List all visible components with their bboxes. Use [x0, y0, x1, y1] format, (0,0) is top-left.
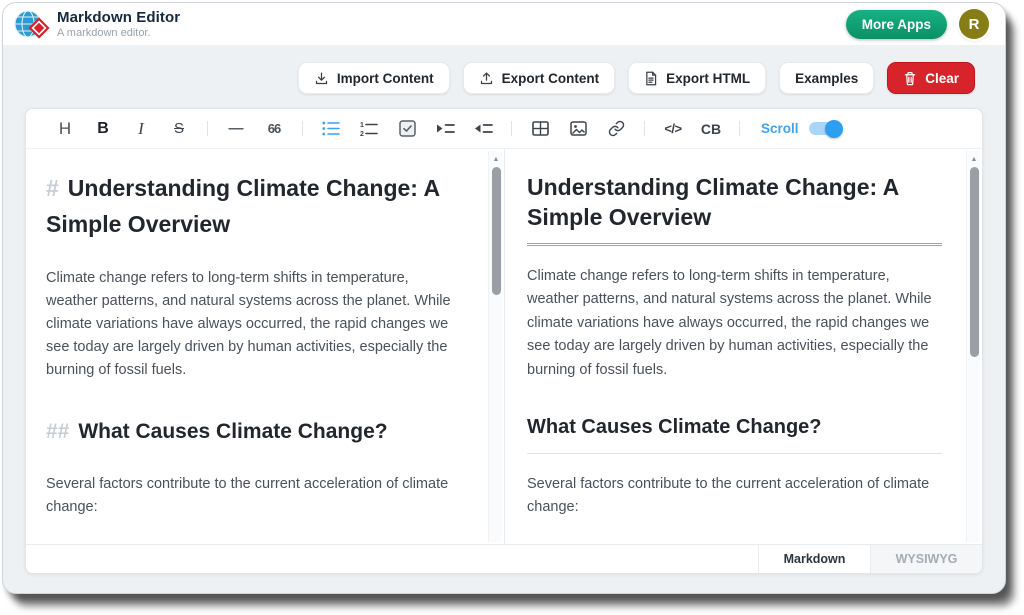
app-header: Markdown Editor A markdown editor. More …	[3, 3, 1005, 45]
ordered-list-button[interactable]: 1 2	[350, 115, 388, 143]
toolbar-divider	[511, 121, 512, 136]
editor-toolbar: H B I S — 66 1 2	[26, 109, 982, 149]
export-html-button[interactable]: Export HTML	[628, 62, 766, 94]
scrollbar-up-icon[interactable]: ▲	[967, 154, 981, 165]
md-h2-text: What Causes Climate Change?	[78, 420, 387, 443]
table-icon	[532, 121, 549, 136]
bold-button[interactable]: B	[84, 115, 122, 143]
trash-icon	[903, 71, 917, 86]
source-scrollbar[interactable]: ▲	[488, 151, 502, 542]
document-icon	[644, 71, 658, 86]
md-heading1-line: #Understanding Climate Change: A Simple …	[46, 171, 464, 242]
md-heading2-line: ## What Causes Climate Change?	[46, 415, 464, 448]
preview-heading2: What Causes Climate Change?	[527, 411, 942, 453]
code-block-button[interactable]: CB	[692, 115, 730, 143]
bullet-list-button[interactable]	[312, 115, 350, 143]
import-content-button[interactable]: Import Content	[298, 62, 450, 94]
app-window: Markdown Editor A markdown editor. More …	[2, 2, 1006, 594]
export-content-label: Export Content	[502, 71, 600, 86]
md-h1-mark: #	[46, 175, 59, 201]
page-subtitle: A markdown editor.	[57, 27, 180, 39]
blockquote-button[interactable]: 66	[255, 115, 293, 143]
editor-footer: Markdown WYSIWYG	[26, 544, 982, 573]
clear-label: Clear	[925, 71, 959, 86]
md-h1-text: Understanding Climate Change: A Simple O…	[46, 175, 439, 237]
import-content-label: Import Content	[337, 71, 434, 86]
strikethrough-button[interactable]: S	[160, 115, 198, 143]
md-paragraph: Several factors contribute to the curren…	[46, 473, 464, 519]
preview-bullet-list: Greenhouse Gas Emissions: Carbon dioxide…	[527, 541, 942, 544]
editor-card: H B I S — 66 1 2	[25, 108, 983, 574]
toggle-knob	[825, 120, 843, 138]
md-paragraph: Climate change refers to long-term shift…	[46, 267, 464, 382]
italic-button[interactable]: I	[122, 115, 160, 143]
inline-code-button[interactable]: </>	[654, 115, 692, 143]
outdent-icon	[474, 122, 493, 135]
heading-button[interactable]: H	[46, 115, 84, 143]
md-h2-mark: ##	[46, 420, 69, 443]
link-icon	[608, 120, 625, 137]
examples-label: Examples	[795, 71, 858, 86]
svg-text:2: 2	[360, 131, 364, 137]
toggle-track	[809, 122, 841, 135]
more-apps-button[interactable]: More Apps	[846, 10, 947, 39]
tab-markdown[interactable]: Markdown	[758, 545, 870, 573]
scrollbar-thumb[interactable]	[492, 167, 501, 295]
bullet-list-icon	[322, 121, 340, 136]
preview-scrollbar[interactable]: ▲	[966, 151, 980, 542]
preview-paragraph: Climate change refers to long-term shift…	[527, 265, 942, 382]
actions-row: Import Content Export Content Export HTM…	[3, 45, 1005, 94]
markdown-source-pane[interactable]: #Understanding Climate Change: A Simple …	[26, 149, 504, 544]
upload-icon	[479, 71, 494, 86]
download-icon	[314, 71, 329, 86]
preview-paragraph: Several factors contribute to the curren…	[527, 473, 942, 520]
svg-text:1: 1	[360, 122, 364, 129]
md-list-item: -**Greenhouse Gas Emissions:**Carbon dio…	[46, 543, 464, 544]
examples-button[interactable]: Examples	[779, 62, 874, 94]
app-logo-icon	[13, 6, 51, 42]
ordered-list-icon: 1 2	[360, 121, 378, 137]
editor-split-view: #Understanding Climate Change: A Simple …	[26, 149, 982, 544]
clear-button[interactable]: Clear	[887, 62, 975, 94]
preview-list-item: Greenhouse Gas Emissions: Carbon dioxide…	[552, 541, 942, 544]
scrollbar-up-icon[interactable]: ▲	[489, 154, 503, 165]
preview-pane[interactable]: Understanding Climate Change: A Simple O…	[504, 149, 982, 544]
scroll-toggle-label: Scroll	[761, 121, 799, 136]
toolbar-divider	[644, 121, 645, 136]
checkbox-icon	[399, 120, 416, 137]
export-html-label: Export HTML	[666, 71, 750, 86]
scroll-sync-toggle[interactable]: Scroll	[761, 121, 841, 136]
table-button[interactable]	[521, 115, 559, 143]
toolbar-divider	[739, 121, 740, 136]
indent-button[interactable]	[426, 115, 464, 143]
page-title: Markdown Editor	[57, 9, 180, 26]
task-list-button[interactable]	[388, 115, 426, 143]
export-content-button[interactable]: Export Content	[463, 62, 616, 94]
preview-heading1: Understanding Climate Change: A Simple O…	[527, 173, 942, 246]
horizontal-rule-button[interactable]: —	[217, 115, 255, 143]
image-icon	[570, 121, 587, 136]
app-title-block: Markdown Editor A markdown editor.	[57, 9, 180, 39]
toolbar-divider	[207, 121, 208, 136]
link-button[interactable]	[597, 115, 635, 143]
indent-icon	[436, 122, 455, 135]
scrollbar-thumb[interactable]	[970, 167, 979, 357]
toolbar-divider	[302, 121, 303, 136]
tab-wysiwyg[interactable]: WYSIWYG	[870, 545, 982, 573]
avatar[interactable]: R	[959, 9, 989, 39]
image-button[interactable]	[559, 115, 597, 143]
outdent-button[interactable]	[464, 115, 502, 143]
